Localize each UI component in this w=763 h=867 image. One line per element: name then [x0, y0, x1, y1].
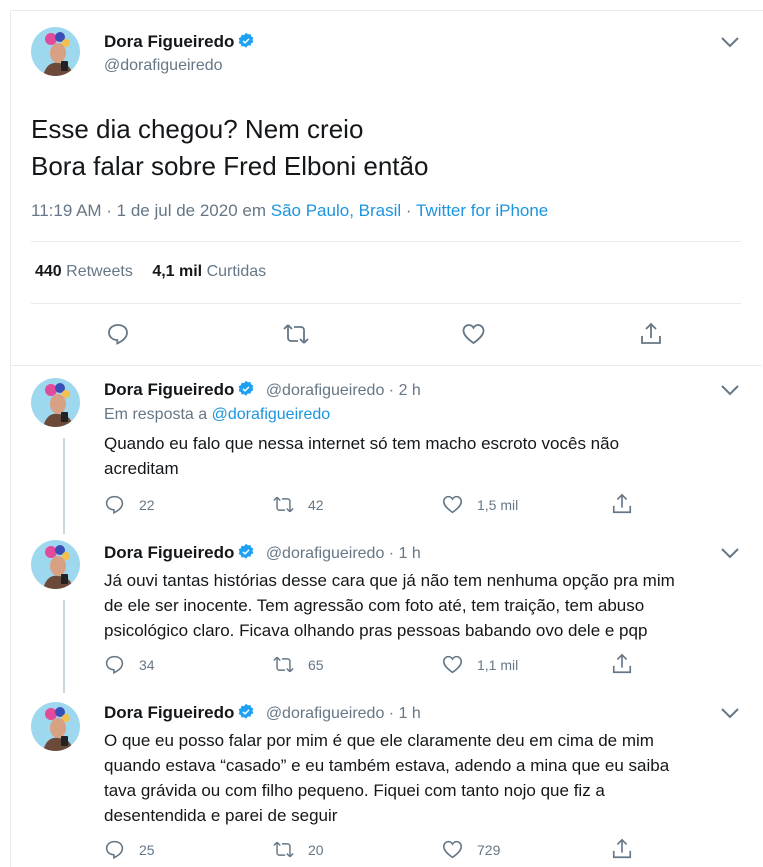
- reply-action[interactable]: 34: [104, 654, 155, 675]
- tweet-text: Já ouvi tantas histórias desse cara que …: [104, 568, 675, 643]
- avatar[interactable]: [31, 378, 80, 427]
- like-count: 1,5 mil: [477, 496, 519, 513]
- verified-badge-icon: [239, 543, 254, 559]
- likes-count: 4,1 mil: [152, 263, 203, 280]
- verified-badge-icon: [239, 703, 254, 719]
- retweet-action[interactable]: 42: [273, 494, 324, 515]
- chevron-down-icon[interactable]: [720, 707, 740, 719]
- retweet-icon: [273, 496, 294, 513]
- like-count: 1,1 mil: [477, 656, 519, 673]
- avatar[interactable]: [31, 540, 80, 589]
- author-handle[interactable]: @dorafigueiredo · 1 h: [266, 705, 421, 722]
- reply-icon[interactable]: [106, 322, 130, 346]
- tweet-text: Quando eu falo que nessa internet só tem…: [104, 431, 619, 481]
- share-icon[interactable]: [639, 321, 663, 347]
- retweet-action[interactable]: 65: [273, 654, 324, 675]
- retweet-icon: [273, 656, 294, 673]
- retweet-action[interactable]: 20: [273, 839, 324, 860]
- author-name[interactable]: Dora Figueiredo: [104, 543, 234, 562]
- thread-line: [63, 438, 65, 534]
- verified-badge-icon: [239, 380, 254, 396]
- reply-header: Dora Figueiredo @dorafigueiredo · 2 h: [104, 380, 421, 400]
- tweet-text: Esse dia chegou? Nem creio Bora falar so…: [31, 111, 428, 185]
- reply-count: 34: [139, 656, 155, 673]
- like-action[interactable]: 1,5 mil: [442, 494, 518, 515]
- timestamp[interactable]: 11:19 AM · 1 de jul de 2020 em: [31, 201, 266, 220]
- like-icon: [442, 655, 463, 674]
- retweet-count: 42: [308, 496, 324, 513]
- divider: [11, 365, 762, 366]
- reply-to-link[interactable]: @dorafigueiredo: [212, 406, 331, 423]
- share-icon[interactable]: [611, 652, 633, 676]
- tweet-meta: 11:19 AM · 1 de jul de 2020 em São Paulo…: [31, 201, 548, 221]
- retweet-count: 20: [308, 841, 324, 858]
- avatar[interactable]: [31, 702, 80, 751]
- tweet-text-line: Quando eu falo que nessa internet só tem…: [104, 434, 620, 453]
- tweet-text-line: desentendida e parei de seguir: [104, 806, 338, 825]
- reply-icon: [105, 495, 124, 514]
- tweet-text-line: O que eu posso falar por mim é que ele c…: [104, 731, 654, 750]
- tweet-text-line: tava grávida ou com filho pequeno. Fique…: [104, 781, 605, 800]
- reply-context: Em resposta a @dorafigueiredo: [104, 406, 330, 424]
- tweet-text: O que eu posso falar por mim é que ele c…: [104, 728, 669, 828]
- chevron-down-icon[interactable]: [720, 36, 740, 48]
- reply-header: Dora Figueiredo @dorafigueiredo · 1 h: [104, 703, 421, 723]
- retweet-count: 65: [308, 656, 324, 673]
- tweet-text-line: acreditam: [104, 459, 179, 478]
- divider: [31, 241, 741, 242]
- avatar[interactable]: [31, 27, 80, 76]
- like-action[interactable]: 1,1 mil: [442, 654, 518, 675]
- reply-count: 22: [139, 496, 155, 513]
- tweet-text-line: quando estava “casado” e eu também estav…: [104, 756, 670, 775]
- reply-prefix: Em resposta a: [104, 406, 208, 423]
- source-link[interactable]: Twitter for iPhone: [416, 201, 548, 220]
- tweet-text-line: Esse dia chegou? Nem creio: [31, 114, 364, 144]
- likes-stat[interactable]: 4,1 mil Curtidas: [152, 263, 266, 280]
- likes-label: Curtidas: [206, 263, 267, 280]
- like-icon[interactable]: [461, 322, 486, 346]
- author-handle[interactable]: @dorafigueiredo · 1 h: [266, 545, 421, 562]
- tweet-text-line: Bora falar sobre Fred Elboni então: [31, 151, 429, 181]
- separator-dot: ·: [405, 201, 412, 220]
- verified-badge-icon: [239, 32, 254, 48]
- reply-icon: [105, 655, 124, 674]
- like-action[interactable]: 729: [442, 839, 500, 860]
- tweet-text-line: psicológico claro. Ficava olhando pras p…: [104, 621, 648, 640]
- author-handle[interactable]: @dorafigueiredo · 2 h: [266, 382, 421, 399]
- thread-line: [63, 600, 65, 693]
- like-count: 729: [477, 841, 501, 858]
- retweet-icon: [273, 841, 294, 858]
- reply-action[interactable]: 25: [104, 839, 155, 860]
- author-name[interactable]: Dora Figueiredo: [104, 380, 234, 399]
- retweets-label: Retweets: [66, 263, 133, 280]
- chevron-down-icon[interactable]: [720, 384, 740, 396]
- chevron-down-icon[interactable]: [720, 547, 740, 559]
- share-icon[interactable]: [611, 492, 633, 516]
- tweet-text-line: Já ouvi tantas histórias desse cara que …: [104, 571, 675, 590]
- location-link[interactable]: São Paulo, Brasil: [271, 201, 401, 220]
- reply-count: 25: [139, 841, 155, 858]
- like-icon: [442, 495, 463, 514]
- reply-action[interactable]: 22: [104, 494, 155, 515]
- reply-header: Dora Figueiredo @dorafigueiredo · 1 h: [104, 543, 421, 563]
- tweet-text-line: de ele ser inocente. Tem agressão com fo…: [104, 596, 645, 615]
- tweet-stats: 440 Retweets 4,1 mil Curtidas: [35, 263, 266, 281]
- author-name[interactable]: Dora Figueiredo: [104, 703, 234, 722]
- author-name[interactable]: Dora Figueiredo: [104, 32, 255, 52]
- retweets-count: 440: [35, 263, 62, 280]
- retweet-icon[interactable]: [283, 322, 309, 346]
- divider: [31, 303, 741, 304]
- author-name-text: Dora Figueiredo: [104, 32, 235, 51]
- reply-icon: [105, 840, 124, 859]
- author-handle[interactable]: @dorafigueiredo: [104, 57, 223, 75]
- share-icon[interactable]: [611, 837, 633, 861]
- like-icon: [442, 840, 463, 859]
- retweets-stat[interactable]: 440 Retweets: [35, 263, 133, 280]
